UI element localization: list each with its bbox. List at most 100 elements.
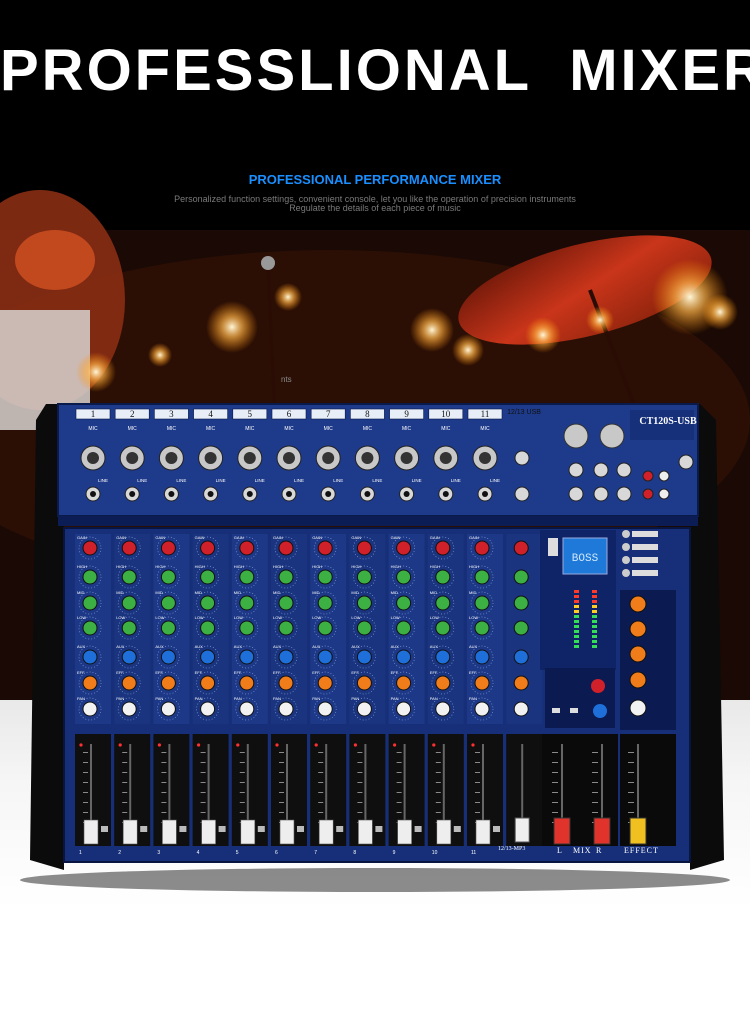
aux-knob[interactable] xyxy=(239,649,255,665)
low-knob[interactable] xyxy=(200,620,216,636)
output-jack[interactable] xyxy=(678,454,694,470)
gain-knob[interactable] xyxy=(200,540,216,556)
rca-jack[interactable] xyxy=(642,488,654,500)
high-knob[interactable] xyxy=(82,569,98,585)
channel-fader[interactable] xyxy=(83,819,99,845)
gain-knob[interactable] xyxy=(160,540,176,556)
mid-knob[interactable] xyxy=(435,595,451,611)
pfl-button[interactable] xyxy=(297,826,304,832)
channel-fader[interactable] xyxy=(436,819,452,845)
pan-knob[interactable] xyxy=(396,701,412,717)
low-knob[interactable] xyxy=(356,620,372,636)
pfl-button[interactable] xyxy=(101,826,108,832)
gain-knob[interactable] xyxy=(435,540,451,556)
pfl-button[interactable] xyxy=(257,826,265,832)
usb-port[interactable] xyxy=(548,538,558,556)
aux-knob[interactable] xyxy=(356,649,372,665)
pfl-button[interactable] xyxy=(140,826,148,832)
eff-knob[interactable] xyxy=(278,675,294,691)
pan-knob[interactable] xyxy=(121,701,137,717)
high-knob[interactable] xyxy=(278,569,294,585)
stereo-jack-left[interactable] xyxy=(514,450,530,466)
mid-knob[interactable] xyxy=(121,595,137,611)
aux-knob[interactable] xyxy=(278,649,294,665)
effect-knob[interactable] xyxy=(629,699,647,717)
low-knob[interactable] xyxy=(160,620,176,636)
high-knob[interactable] xyxy=(435,569,451,585)
stereo-fader[interactable] xyxy=(514,817,530,843)
mid-knob[interactable] xyxy=(396,595,412,611)
eff-knob[interactable] xyxy=(435,675,451,691)
channel-fader[interactable] xyxy=(162,819,177,845)
mid-knob[interactable] xyxy=(160,595,176,611)
channel-fader[interactable] xyxy=(318,819,334,845)
effect-knob[interactable] xyxy=(629,595,647,613)
eff-knob[interactable] xyxy=(356,675,372,691)
effect-knob[interactable] xyxy=(629,671,647,689)
rca-jack[interactable] xyxy=(642,470,654,482)
stereo-mid-knob[interactable] xyxy=(513,595,529,611)
pan-knob[interactable] xyxy=(356,701,372,717)
pfl-button[interactable] xyxy=(336,826,344,832)
low-knob[interactable] xyxy=(82,620,98,636)
low-knob[interactable] xyxy=(396,620,412,636)
effect-knob[interactable] xyxy=(629,645,647,663)
mid-knob[interactable] xyxy=(356,595,372,611)
channel-fader[interactable] xyxy=(358,819,373,845)
pfl-button[interactable] xyxy=(453,826,461,832)
mid-knob[interactable] xyxy=(239,595,255,611)
rca-jack[interactable] xyxy=(658,470,670,482)
pan-knob[interactable] xyxy=(200,701,216,717)
low-knob[interactable] xyxy=(239,620,255,636)
high-knob[interactable] xyxy=(121,569,137,585)
gain-knob[interactable] xyxy=(356,540,372,556)
output-jack[interactable] xyxy=(593,486,609,502)
aux-level-knob[interactable] xyxy=(593,704,607,718)
stereo-gain-knob[interactable] xyxy=(513,540,529,556)
high-knob[interactable] xyxy=(356,569,372,585)
stereo-eff-knob[interactable] xyxy=(513,675,529,691)
mix-fader[interactable] xyxy=(553,817,571,845)
pfl-button[interactable] xyxy=(493,826,500,832)
eff-knob[interactable] xyxy=(200,675,216,691)
gain-knob[interactable] xyxy=(239,540,255,556)
aux-knob[interactable] xyxy=(474,649,490,665)
channel-fader[interactable] xyxy=(122,819,138,845)
gain-knob[interactable] xyxy=(278,540,294,556)
pfl-button[interactable] xyxy=(179,826,187,832)
output-jack[interactable] xyxy=(593,462,609,478)
pfl-button[interactable] xyxy=(414,826,422,832)
eff-knob[interactable] xyxy=(121,675,137,691)
aux-knob[interactable] xyxy=(435,649,451,665)
eff-knob[interactable] xyxy=(82,675,98,691)
output-jack[interactable] xyxy=(568,462,584,478)
rca-jack[interactable] xyxy=(658,488,670,500)
stereo-aux-knob[interactable] xyxy=(513,649,529,665)
pan-knob[interactable] xyxy=(435,701,451,717)
aux-knob[interactable] xyxy=(82,649,98,665)
channel-fader[interactable] xyxy=(397,819,412,845)
eff-knob[interactable] xyxy=(474,675,490,691)
output-jack[interactable] xyxy=(616,486,632,502)
eff-knob[interactable] xyxy=(160,675,176,691)
eff-knob[interactable] xyxy=(396,675,412,691)
mid-knob[interactable] xyxy=(317,595,333,611)
low-knob[interactable] xyxy=(435,620,451,636)
mid-knob[interactable] xyxy=(474,595,490,611)
pan-knob[interactable] xyxy=(160,701,176,717)
stereo-low-knob[interactable] xyxy=(513,620,529,636)
afl-switch[interactable] xyxy=(570,708,578,713)
gain-knob[interactable] xyxy=(474,540,490,556)
aux-knob[interactable] xyxy=(396,649,412,665)
gain-knob[interactable] xyxy=(121,540,137,556)
gain-knob[interactable] xyxy=(396,540,412,556)
gain-knob[interactable] xyxy=(317,540,333,556)
mid-knob[interactable] xyxy=(278,595,294,611)
high-knob[interactable] xyxy=(317,569,333,585)
phones-level-knob[interactable] xyxy=(591,679,605,693)
pfl-button[interactable] xyxy=(218,826,226,832)
high-knob[interactable] xyxy=(239,569,255,585)
stereo-pan-knob[interactable] xyxy=(513,701,529,717)
low-knob[interactable] xyxy=(278,620,294,636)
high-knob[interactable] xyxy=(200,569,216,585)
